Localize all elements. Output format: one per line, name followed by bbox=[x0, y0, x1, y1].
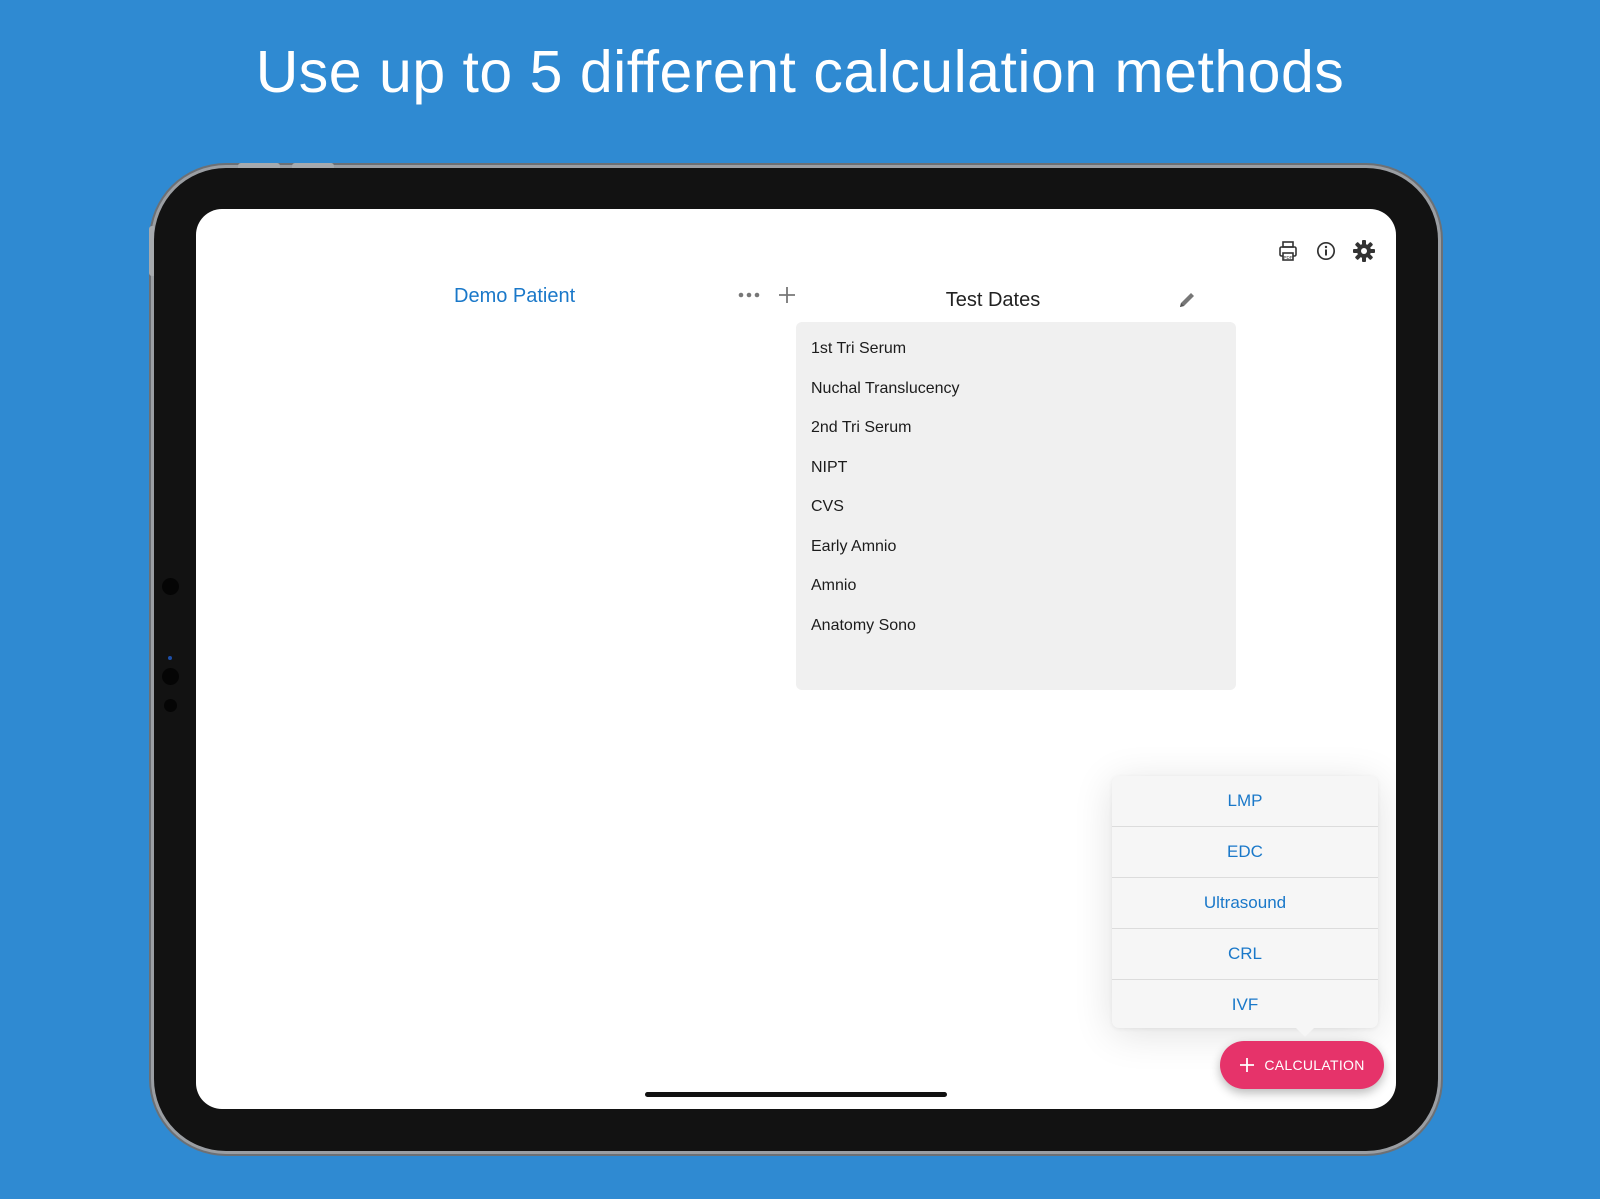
list-item[interactable]: CVS bbox=[796, 487, 1236, 527]
patient-actions bbox=[738, 284, 798, 306]
list-item[interactable]: 1st Tri Serum bbox=[796, 329, 1236, 369]
calc-method-lmp[interactable]: LMP bbox=[1112, 776, 1378, 827]
calc-method-edc[interactable]: EDC bbox=[1112, 827, 1378, 878]
pdf-print-icon[interactable]: PDF bbox=[1276, 239, 1300, 263]
top-toolbar: PDF bbox=[1276, 239, 1376, 263]
test-dates-title: Test Dates bbox=[945, 289, 1041, 311]
marketing-headline: Use up to 5 different calculation method… bbox=[255, 39, 1345, 105]
pencil-icon[interactable] bbox=[1176, 289, 1198, 311]
patient-name-link[interactable]: Demo Patient bbox=[454, 285, 575, 308]
camera-lens-icon bbox=[162, 578, 179, 595]
list-item[interactable]: NIPT bbox=[796, 448, 1236, 488]
volume-down-button bbox=[292, 163, 334, 168]
list-item[interactable]: Early Amnio bbox=[796, 527, 1236, 567]
test-dates-list: 1st Tri Serum Nuchal Translucency 2nd Tr… bbox=[796, 322, 1236, 690]
camera-lens-icon bbox=[162, 668, 179, 685]
power-button bbox=[149, 226, 154, 276]
plus-icon[interactable] bbox=[776, 284, 798, 306]
list-item[interactable]: Anatomy Sono bbox=[796, 606, 1236, 646]
fab-label: CALCULATION bbox=[1264, 1057, 1365, 1073]
more-dots-icon[interactable] bbox=[738, 284, 760, 306]
camera-flash-icon bbox=[164, 699, 177, 712]
list-item[interactable]: 2nd Tri Serum bbox=[796, 408, 1236, 448]
calc-method-ultrasound[interactable]: Ultrasound bbox=[1112, 878, 1378, 929]
list-item[interactable]: Nuchal Translucency bbox=[796, 369, 1236, 409]
info-icon[interactable] bbox=[1314, 239, 1338, 263]
add-calculation-button[interactable]: CALCULATION bbox=[1220, 1041, 1384, 1089]
list-item[interactable]: Amnio bbox=[796, 566, 1236, 606]
calc-method-crl[interactable]: CRL bbox=[1112, 929, 1378, 980]
volume-up-button bbox=[238, 163, 280, 168]
home-indicator[interactable] bbox=[645, 1092, 947, 1097]
app-screen: PDF Demo Patient Test Dates 1st Tri Seru… bbox=[196, 209, 1396, 1109]
ipad-device-frame: PDF Demo Patient Test Dates 1st Tri Seru… bbox=[149, 163, 1438, 1151]
gear-icon[interactable] bbox=[1352, 239, 1376, 263]
calculation-method-menu: LMP EDC Ultrasound CRL IVF bbox=[1112, 776, 1378, 1037]
svg-text:PDF: PDF bbox=[1284, 255, 1293, 260]
camera-sensor-icon bbox=[168, 656, 172, 660]
calc-method-ivf[interactable]: IVF bbox=[1112, 980, 1378, 1030]
plus-icon bbox=[1240, 1058, 1255, 1072]
